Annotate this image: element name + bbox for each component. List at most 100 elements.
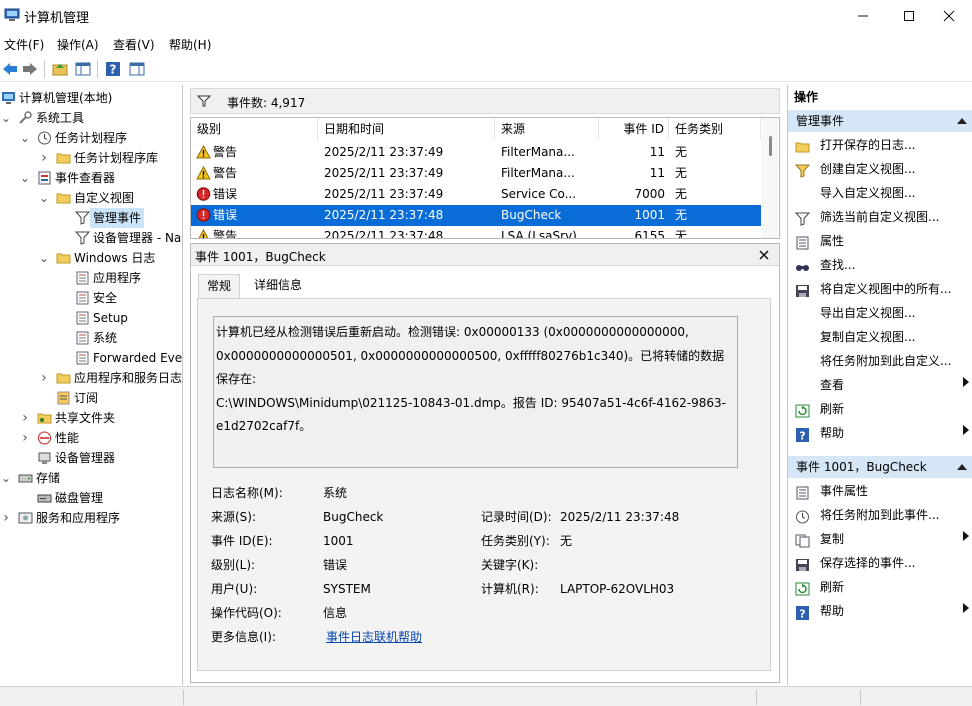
tree-node[interactable]: ⌄ 任务计划程序 bbox=[0, 128, 182, 148]
tree-node[interactable]: 系统 bbox=[0, 328, 182, 348]
action-item[interactable]: 打开保存的日志... bbox=[788, 133, 972, 157]
actions-section-manage-events[interactable]: 管理事件 bbox=[788, 110, 972, 132]
chevron-down-icon[interactable]: ⌄ bbox=[19, 128, 31, 148]
actions-section-event[interactable]: 事件 1001，BugCheck bbox=[788, 456, 972, 478]
show-hide-action-pane-button[interactable] bbox=[127, 59, 147, 79]
menu-action[interactable]: 操作(A) bbox=[57, 36, 99, 53]
menu-help[interactable]: 帮助(H) bbox=[169, 36, 211, 53]
action-item[interactable]: 将任务附加到此自定义... bbox=[788, 349, 972, 373]
chevron-down-icon[interactable]: ⌄ bbox=[0, 108, 12, 128]
action-item[interactable]: 导出自定义视图... bbox=[788, 301, 972, 325]
action-item[interactable]: 保存选择的事件... bbox=[788, 551, 972, 575]
logged-value: 2025/2/11 23:37:48 bbox=[560, 510, 680, 524]
action-item[interactable]: 将自定义视图中的所有... bbox=[788, 277, 972, 301]
action-item[interactable]: 复制 bbox=[788, 527, 972, 551]
table-row[interactable]: 警告 2025/2/11 23:37:49 FilterMana... 11 无 bbox=[191, 142, 761, 163]
table-row[interactable]: 错误 2025/2/11 23:37:49 Service Co... 7000 无 bbox=[191, 184, 761, 205]
forward-button[interactable] bbox=[20, 59, 40, 79]
scrollbar-thumb[interactable] bbox=[769, 136, 772, 156]
action-item[interactable]: 筛选当前自定义视图... bbox=[788, 205, 972, 229]
disk-icon bbox=[37, 491, 52, 505]
tree-node[interactable]: ⌄ 自定义视图 bbox=[0, 188, 182, 208]
menu-file[interactable]: 文件(F) bbox=[4, 36, 44, 53]
description-line: C:\WINDOWS\Minidump\021125-10843-01.dmp。… bbox=[216, 395, 726, 410]
column-header-task-category[interactable]: 任务类别 bbox=[669, 118, 761, 140]
help-button[interactable]: ? bbox=[103, 59, 123, 79]
up-folder-button[interactable] bbox=[50, 59, 70, 79]
level-value: 错误 bbox=[323, 558, 348, 572]
tree-node[interactable]: › 服务和应用程序 bbox=[0, 508, 182, 528]
cell-source: Service Co... bbox=[501, 187, 577, 201]
tree-node[interactable]: 订阅 bbox=[0, 388, 182, 408]
chevron-right-icon[interactable]: › bbox=[38, 368, 50, 388]
action-item[interactable]: 刷新 bbox=[788, 397, 972, 421]
event-viewer-icon bbox=[37, 171, 52, 185]
chevron-right-icon[interactable]: › bbox=[19, 408, 31, 428]
minimize-button[interactable] bbox=[840, 0, 886, 32]
tree-node[interactable]: 管理事件 bbox=[0, 208, 182, 228]
tree-node[interactable]: 计算机管理(本地) bbox=[0, 88, 182, 108]
cell-task-category: 无 bbox=[675, 145, 688, 159]
close-icon[interactable] bbox=[759, 250, 769, 260]
chevron-down-icon[interactable]: ⌄ bbox=[38, 248, 50, 268]
column-header-source[interactable]: 来源 bbox=[495, 118, 599, 140]
back-button[interactable] bbox=[0, 59, 20, 79]
action-item[interactable]: 复制自定义视图... bbox=[788, 325, 972, 349]
chevron-right-icon[interactable]: › bbox=[0, 508, 12, 528]
tree-node[interactable]: ⌄ Windows 日志 bbox=[0, 248, 182, 268]
cell-event-id: 1001 bbox=[634, 208, 665, 222]
action-item[interactable]: 将任务附加到此事件... bbox=[788, 503, 972, 527]
action-item[interactable]: 属性 bbox=[788, 229, 972, 253]
action-item[interactable]: 查看 bbox=[788, 373, 972, 397]
chevron-right-icon[interactable]: › bbox=[38, 148, 50, 168]
tree-node[interactable]: › 任务计划程序库 bbox=[0, 148, 182, 168]
tree-node-label: Forwarded Eve bbox=[93, 351, 183, 365]
action-item[interactable]: 事件属性 bbox=[788, 479, 972, 503]
tree-node[interactable]: ⌄ 事件查看器 bbox=[0, 168, 182, 188]
show-hide-tree-button[interactable] bbox=[73, 59, 93, 79]
cell-level: 错误 bbox=[213, 187, 238, 201]
action-item[interactable]: ? 帮助 bbox=[788, 599, 972, 623]
tree-node[interactable]: Setup bbox=[0, 308, 182, 328]
column-header-event-id[interactable]: 事件 ID bbox=[599, 118, 669, 140]
tree-node[interactable]: 设备管理器 - Na bbox=[0, 228, 182, 248]
computer-management-icon bbox=[4, 8, 20, 21]
cell-task-category: 无 bbox=[675, 187, 688, 201]
close-button[interactable] bbox=[926, 0, 972, 32]
chevron-down-icon[interactable]: ⌄ bbox=[38, 188, 50, 208]
chevron-down-icon[interactable]: ⌄ bbox=[19, 168, 31, 188]
tab-general[interactable]: 常规 bbox=[198, 274, 241, 298]
tree-node[interactable]: Forwarded Eve bbox=[0, 348, 183, 368]
chevron-down-icon[interactable]: ⌄ bbox=[0, 468, 12, 488]
tree-node[interactable]: 磁盘管理 bbox=[0, 488, 182, 508]
table-row[interactable]: 错误 2025/2/11 23:37:48 BugCheck 1001 无 bbox=[191, 205, 761, 226]
tree-node[interactable]: 安全 bbox=[0, 288, 182, 308]
action-item[interactable]: 查找... bbox=[788, 253, 972, 277]
tree-node[interactable]: 应用程序 bbox=[0, 268, 182, 288]
table-row[interactable]: 警告 2025/2/11 23:37:49 FilterMana... 11 无 bbox=[191, 163, 761, 184]
tab-details[interactable]: 详细信息 bbox=[246, 274, 310, 298]
action-item[interactable]: 导入自定义视图... bbox=[788, 181, 972, 205]
tree-node[interactable]: ⌄ 系统工具 bbox=[0, 108, 182, 128]
action-item[interactable]: ? 帮助 bbox=[788, 421, 972, 445]
tree-node[interactable]: 设备管理器 bbox=[0, 448, 182, 468]
console-tree-icon bbox=[75, 62, 91, 76]
column-header-date[interactable]: 日期和时间 bbox=[318, 118, 495, 140]
shared-folder-icon bbox=[37, 411, 52, 425]
tree-node[interactable]: › 共享文件夹 bbox=[0, 408, 182, 428]
table-row[interactable]: 警告 2025/2/11 23:37:48 LSA (LsaSrv) 6155 无 bbox=[191, 226, 761, 238]
subscription-icon bbox=[56, 391, 71, 405]
chevron-right-icon[interactable]: › bbox=[19, 428, 31, 448]
tree-node-label: 系统 bbox=[93, 331, 118, 345]
action-item[interactable]: 刷新 bbox=[788, 575, 972, 599]
tree-node[interactable]: ⌄ 存储 bbox=[0, 468, 182, 488]
menu-view[interactable]: 查看(V) bbox=[113, 36, 155, 53]
column-header-level[interactable]: 级别 bbox=[191, 118, 318, 140]
device-manager-icon bbox=[37, 451, 52, 465]
action-item[interactable]: 创建自定义视图... bbox=[788, 157, 972, 181]
folder-icon bbox=[56, 191, 71, 205]
online-help-link[interactable]: 事件日志联机帮助 bbox=[326, 628, 422, 646]
cell-event-id: 11 bbox=[649, 166, 665, 180]
tree-node[interactable]: › 性能 bbox=[0, 428, 182, 448]
tree-node[interactable]: › 应用程序和服务日志 bbox=[0, 368, 182, 388]
